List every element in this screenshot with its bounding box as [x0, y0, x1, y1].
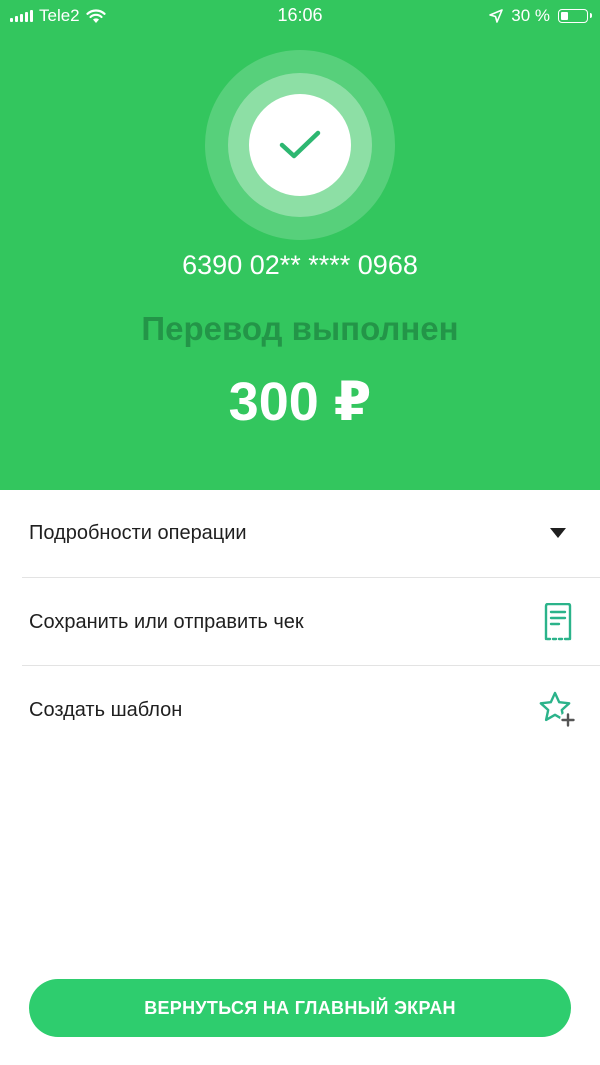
transfer-amount: 300 ₽: [228, 372, 372, 432]
return-home-button[interactable]: ВЕРНУТЬСЯ НА ГЛАВНЫЙ ЭКРАН: [29, 979, 571, 1037]
status-bar: Tele2 16:06 30 %: [0, 0, 600, 32]
receipt-icon: [538, 602, 578, 642]
card-number: 6390 02** **** 0968: [182, 250, 418, 280]
create-template-item[interactable]: Создать шаблон: [22, 666, 578, 754]
battery-fill: [561, 12, 568, 20]
success-badge: [249, 94, 351, 196]
star-plus-icon: [538, 690, 578, 730]
checkmark-icon: [279, 130, 321, 159]
battery-percent: 30 %: [511, 6, 550, 25]
save-receipt-item[interactable]: Сохранить или отправить чек: [22, 578, 578, 666]
triangle-down-icon: [538, 513, 578, 553]
location-arrow-icon: [489, 9, 504, 23]
save-receipt-label: Сохранить или отправить чек: [29, 610, 304, 633]
create-template-label: Создать шаблон: [29, 698, 183, 721]
operation-details-label: Подробности операции: [29, 521, 247, 544]
operation-details-item[interactable]: Подробности операции: [22, 489, 578, 577]
success-header: Tele2 16:06 30 % 6390 02** **** 0968 Пер…: [0, 0, 600, 490]
result-title: Перевод выполнен: [141, 310, 459, 347]
battery-icon: [558, 9, 592, 23]
status-right: 30 %: [489, 6, 592, 26]
